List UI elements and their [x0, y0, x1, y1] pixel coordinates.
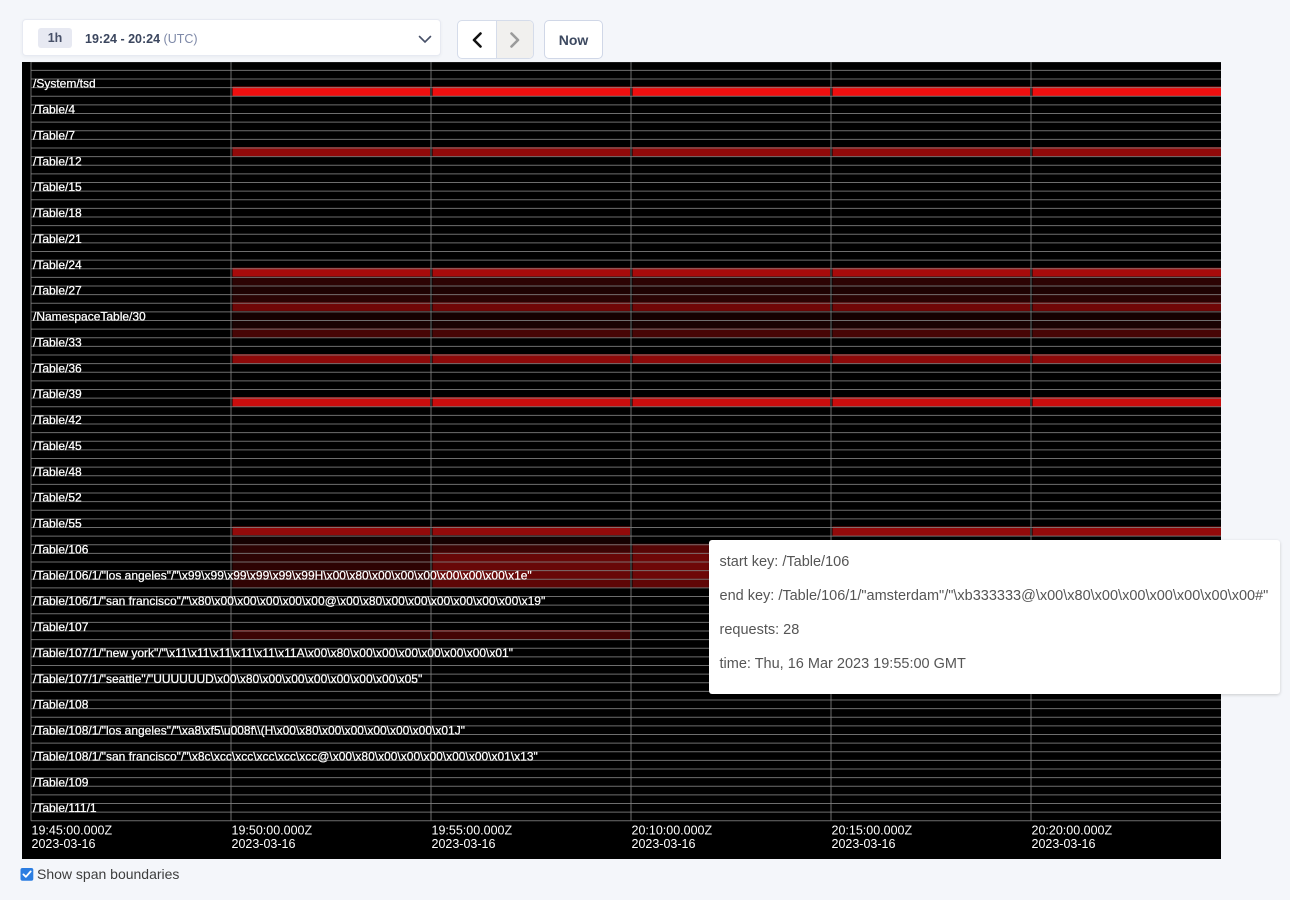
svg-text:2023-03-16: 2023-03-16 [232, 837, 296, 851]
svg-text:/Table/48: /Table/48 [33, 465, 82, 479]
svg-text:/Table/42: /Table/42 [33, 413, 82, 427]
svg-text:2023-03-16: 2023-03-16 [432, 837, 496, 851]
svg-text:/System/tsd: /System/tsd [33, 77, 96, 91]
svg-text:/Table/111/1: /Table/111/1 [33, 801, 97, 815]
svg-text:/Table/7: /Table/7 [33, 128, 75, 142]
svg-text:/Table/36: /Table/36 [33, 361, 82, 375]
svg-text:20:15:00.000Z: 20:15:00.000Z [832, 824, 913, 838]
svg-text:/Table/55: /Table/55 [33, 517, 82, 531]
svg-text:/Table/27: /Table/27 [33, 284, 82, 298]
svg-text:/Table/108: /Table/108 [33, 698, 89, 712]
svg-text:19:55:00.000Z: 19:55:00.000Z [432, 824, 513, 838]
svg-text:/Table/4: /Table/4 [33, 103, 75, 117]
svg-text:/Table/107/1/"new york"/"\x11\: /Table/107/1/"new york"/"\x11\x11\x11\x1… [33, 646, 513, 660]
svg-text:/Table/106: /Table/106 [33, 542, 89, 556]
svg-text:/Table/18: /Table/18 [33, 206, 82, 220]
svg-text:20:10:00.000Z: 20:10:00.000Z [632, 824, 713, 838]
svg-text:/Table/106/1/"san francisco"/": /Table/106/1/"san francisco"/"\x80\x00\x… [33, 594, 545, 608]
svg-text:/Table/33: /Table/33 [33, 335, 82, 349]
svg-text:2023-03-16: 2023-03-16 [832, 837, 896, 851]
svg-text:/Table/107: /Table/107 [33, 620, 89, 634]
svg-text:/Table/39: /Table/39 [33, 387, 82, 401]
svg-text:2023-03-16: 2023-03-16 [1032, 837, 1096, 851]
svg-text:/Table/108/1/"san francisco"/": /Table/108/1/"san francisco"/"\x8c\xcc\x… [33, 749, 538, 763]
svg-text:/Table/52: /Table/52 [33, 491, 82, 505]
svg-text:/Table/107/1/"seattle"/"UUUUUU: /Table/107/1/"seattle"/"UUUUUUD\x00\x80\… [33, 672, 422, 686]
svg-text:19:45:00.000Z: 19:45:00.000Z [32, 824, 113, 838]
svg-text:2023-03-16: 2023-03-16 [632, 837, 696, 851]
svg-text:/Table/15: /Table/15 [33, 180, 82, 194]
svg-text:/NamespaceTable/30: /NamespaceTable/30 [33, 310, 146, 324]
svg-text:20:20:00.000Z: 20:20:00.000Z [1032, 824, 1113, 838]
svg-text:2023-03-16: 2023-03-16 [32, 837, 96, 851]
svg-text:/Table/12: /Table/12 [33, 154, 82, 168]
svg-text:/Table/21: /Table/21 [33, 232, 82, 246]
svg-text:/Table/106/1/"los angeles"/"\x: /Table/106/1/"los angeles"/"\x99\x99\x99… [33, 568, 532, 582]
svg-text:/Table/24: /Table/24 [33, 258, 82, 272]
svg-text:19:50:00.000Z: 19:50:00.000Z [232, 824, 313, 838]
svg-text:/Table/109: /Table/109 [33, 775, 89, 789]
svg-text:/Table/108/1/"los angeles"/"\x: /Table/108/1/"los angeles"/"\xa8\xf5\u00… [33, 724, 465, 738]
svg-text:/Table/45: /Table/45 [33, 439, 82, 453]
